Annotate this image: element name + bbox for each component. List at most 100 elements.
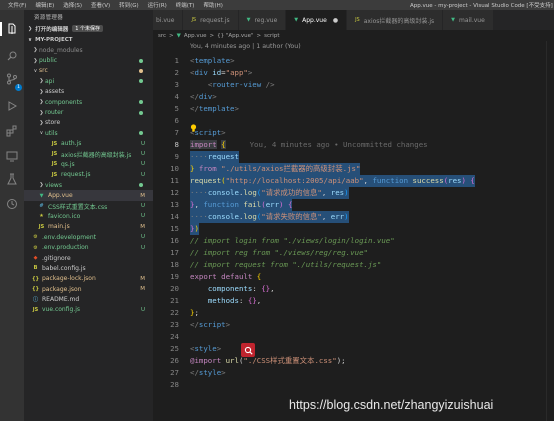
tree-item-label: favicon.ico	[48, 212, 81, 220]
scrollbar[interactable]	[546, 41, 554, 421]
tree-item-label: .env.development	[42, 233, 96, 241]
menu-terminal[interactable]: 终端(T)	[176, 1, 195, 9]
tree-item-api[interactable]: ❯ api	[24, 76, 153, 86]
js-file-icon: JS	[51, 140, 58, 147]
tree-item-env-dev[interactable]: ⚙ .env.development U	[24, 232, 153, 242]
project-label: MY-PROJECT	[35, 36, 73, 43]
code-line: 19 export default {	[153, 271, 554, 283]
menu-edit[interactable]: 编辑(E)	[35, 1, 54, 9]
tree-item-label: node_modules	[39, 46, 83, 54]
line-number: 4	[174, 92, 179, 101]
line-number: 19	[170, 272, 179, 281]
code-line: 9 ····request	[153, 151, 554, 163]
vue-file-icon: ▼	[294, 17, 299, 23]
tree-item-axios-js[interactable]: JS axios拦截器的高级封装.js U	[24, 149, 153, 159]
tree-item-store[interactable]: ❯ store	[24, 118, 153, 128]
git-status: U	[140, 244, 145, 251]
tree-item-auth-js[interactable]: JS auth.js U	[24, 139, 153, 149]
run-debug-icon[interactable]	[6, 100, 18, 112]
tree-item-router[interactable]: ❯ router	[24, 107, 153, 117]
vue-file-icon: ▼	[451, 17, 455, 23]
tree-item-request-js[interactable]: JS request.js U	[24, 170, 153, 180]
code-line: 10} from "./utils/axios拦截器的高级封装.js"	[153, 163, 554, 175]
remote-icon[interactable]	[6, 150, 18, 162]
unsaved-badge: 1 个未保存	[72, 25, 103, 32]
tree-item-assets[interactable]: ❯ assets	[24, 87, 153, 97]
js-file-icon: JS	[51, 161, 58, 168]
tab-label: App.vue	[302, 16, 327, 24]
lightbulb-icon[interactable]	[190, 124, 197, 132]
code-line: 17// import reg from "./views/reg/reg.vu…	[153, 247, 554, 259]
tree-item-utils[interactable]: ∨ utils	[24, 128, 153, 138]
tab-axios-js[interactable]: JS axios拦截器的高级封装.js	[347, 10, 444, 30]
tab-label: reg.vue	[254, 16, 278, 24]
menu-file[interactable]: 文件(F)	[8, 1, 26, 9]
tree-item-gitignore[interactable]: ◆ .gitignore	[24, 253, 153, 263]
tree-item-main-js[interactable]: JS main.js M	[24, 222, 153, 232]
tree-item-babel[interactable]: B babel.config.js	[24, 263, 153, 273]
code-line: 14 ····console.log("请求失败的信息", err)	[153, 211, 554, 223]
git-status: M	[140, 223, 145, 230]
code-editor[interactable]: You, 4 minutes ago | 1 author (You) 1 <te…	[153, 41, 554, 421]
search-icon[interactable]	[241, 343, 255, 357]
menu-help[interactable]: 帮助(H)	[203, 1, 222, 9]
line-number: 15	[170, 224, 179, 233]
tab-request-js[interactable]: JS request.js	[183, 10, 239, 30]
source-control-icon[interactable]	[6, 73, 18, 85]
open-editors-section[interactable]: ❯ 打开的编辑器 1 个未保存	[24, 23, 153, 34]
chevron-right-icon: ❯	[39, 119, 44, 126]
test-icon[interactable]	[6, 173, 18, 185]
breadcrumb-symbol[interactable]: {} "App.vue"	[217, 33, 253, 39]
untracked-dot	[139, 110, 143, 115]
tab-app-vue[interactable]: ▼ App.vue ●	[286, 10, 348, 30]
tab-reg-vue[interactable]: ▼ reg.vue	[238, 10, 287, 30]
menu-run[interactable]: 运行(R)	[148, 1, 167, 9]
breadcrumb: src > ▼ App.vue > {} "App.vue" > script	[153, 30, 554, 41]
js-file-icon: JS	[38, 223, 45, 230]
modified-dot	[139, 68, 143, 73]
tab-label: bi.vue	[156, 16, 175, 24]
extensions-icon[interactable]	[6, 125, 18, 137]
codelens-blame[interactable]: You, 4 minutes ago | 1 author (You)	[190, 43, 301, 50]
breadcrumb-script[interactable]: script	[264, 33, 279, 39]
tree-item-vue-config[interactable]: JS vue.config.js U	[24, 305, 153, 315]
timeline-icon[interactable]	[6, 198, 18, 210]
babel-icon: B	[33, 265, 38, 272]
chevron-right-icon: ❯	[39, 109, 44, 116]
tree-item-css[interactable]: # CSS样式重置文本.css U	[24, 201, 153, 211]
tree-item-readme[interactable]: ⓘ README.md	[24, 294, 153, 304]
tab-mail-vue[interactable]: ▼ mail.vue	[443, 10, 494, 30]
tree-item-app-vue[interactable]: ▼ App.vue M	[24, 190, 153, 201]
line-number: 24	[170, 332, 179, 341]
breadcrumb-file[interactable]: App.vue	[184, 33, 207, 39]
line-number: 25	[170, 344, 179, 353]
tree-item-package-json[interactable]: {} package.json M	[24, 284, 153, 294]
menu-selection[interactable]: 选择(S)	[63, 1, 82, 9]
unsaved-dot-icon[interactable]: ●	[333, 17, 338, 24]
vue-file-icon: ▼	[246, 17, 251, 23]
breadcrumb-src[interactable]: src	[158, 33, 166, 39]
tree-item-label: package-lock.json	[42, 275, 96, 283]
breadcrumb-separator: >	[256, 32, 262, 39]
menu-view[interactable]: 查看(V)	[91, 1, 110, 9]
tree-item-components[interactable]: ❯ components	[24, 97, 153, 107]
menu-go[interactable]: 转到(G)	[119, 1, 139, 9]
tree-item-favicon[interactable]: ★ favicon.ico U	[24, 211, 153, 221]
files-icon[interactable]	[6, 23, 18, 35]
tree-item-public[interactable]: ❯ public	[24, 55, 153, 65]
tree-item-views[interactable]: ❯ views	[24, 180, 153, 190]
tree-item-node-modules[interactable]: ❯ node_modules	[24, 45, 153, 55]
tree-item-src[interactable]: ∨ src	[24, 66, 153, 76]
tree-item-label: .env.production	[42, 244, 89, 252]
search-icon[interactable]	[6, 50, 18, 62]
tree-item-label: api	[45, 77, 55, 85]
tree-item-qs-js[interactable]: JS qs.js U	[24, 159, 153, 169]
git-status: U	[140, 161, 145, 168]
tree-item-package-lock[interactable]: {} package-lock.json M	[24, 274, 153, 284]
project-section[interactable]: ∨ MY-PROJECT	[24, 34, 153, 45]
tab-label: mail.vue	[458, 16, 485, 24]
tab-bi-vue[interactable]: bi.vue	[153, 10, 184, 30]
line-number: 20	[170, 284, 179, 293]
tree-item-env-prod[interactable]: ⚙ .env.production U	[24, 242, 153, 252]
git-status: U	[140, 151, 145, 158]
